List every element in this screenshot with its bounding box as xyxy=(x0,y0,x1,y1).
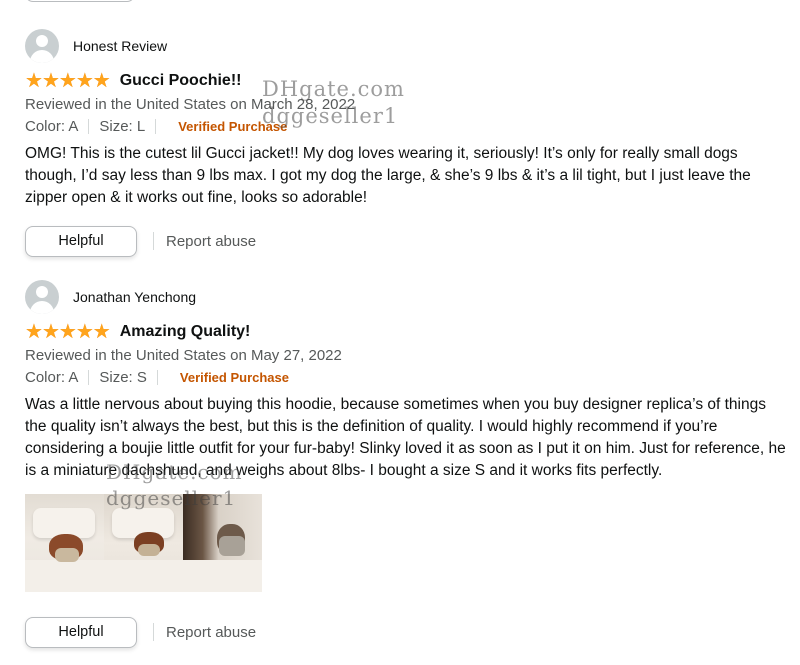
reviewer-name[interactable]: Honest Review xyxy=(73,38,167,54)
star-icon: ★ xyxy=(25,70,43,92)
report-abuse-link[interactable]: Report abuse xyxy=(166,624,256,641)
variant-size[interactable]: Size: L xyxy=(99,118,145,135)
review-title[interactable]: Gucci Poochie!! xyxy=(120,72,242,90)
star-icon: ★ xyxy=(41,70,60,92)
review-date: Reviewed in the United States on May 27,… xyxy=(25,347,342,364)
star-rating-icon[interactable]: ★ ★ ★ ★ ★ xyxy=(25,321,111,343)
star-icon: ★ xyxy=(41,321,60,343)
divider xyxy=(153,232,154,250)
star-icon: ★ xyxy=(92,70,111,92)
variant-color[interactable]: Color: A xyxy=(25,118,78,135)
avatar-icon xyxy=(25,29,59,63)
star-icon: ★ xyxy=(75,70,94,92)
verified-purchase-badge: Verified Purchase xyxy=(179,369,290,385)
divider xyxy=(153,623,154,641)
divider xyxy=(156,369,158,385)
previous-helpful-button-edge[interactable] xyxy=(25,0,135,2)
review-body: OMG! This is the cutest lil Gucci jacket… xyxy=(25,145,751,206)
reviewer-profile[interactable]: Honest Review xyxy=(25,28,795,64)
review-photo-thumbnail[interactable] xyxy=(25,494,104,592)
divider xyxy=(88,118,90,134)
report-abuse-link[interactable]: Report abuse xyxy=(166,233,256,250)
review-date: Reviewed in the United States on March 2… xyxy=(25,96,356,113)
divider xyxy=(88,369,90,385)
reviewer-name[interactable]: Jonathan Yenchong xyxy=(73,289,196,305)
review-card: Jonathan Yenchong ★ ★ ★ ★ ★ Amazing Qual… xyxy=(25,279,795,648)
star-icon: ★ xyxy=(25,321,43,343)
variant-size[interactable]: Size: S xyxy=(99,369,147,386)
helpful-button[interactable]: Helpful xyxy=(25,225,137,257)
review-card: Honest Review ★ ★ ★ ★ ★ Gucci Poochie!! … xyxy=(25,28,795,257)
star-icon: ★ xyxy=(58,321,77,343)
reviewer-profile[interactable]: Jonathan Yenchong xyxy=(25,279,795,315)
divider xyxy=(155,118,157,134)
variant-color[interactable]: Color: A xyxy=(25,369,78,386)
avatar-icon xyxy=(25,280,59,314)
star-rating-icon[interactable]: ★ ★ ★ ★ ★ xyxy=(25,70,111,92)
review-title[interactable]: Amazing Quality! xyxy=(120,323,251,341)
review-photo-thumbnail[interactable] xyxy=(183,494,262,592)
review-photo-thumbnail[interactable] xyxy=(104,494,183,592)
star-icon: ★ xyxy=(92,321,111,343)
star-icon: ★ xyxy=(75,321,94,343)
review-body: Was a little nervous about buying this h… xyxy=(25,396,786,479)
helpful-button[interactable]: Helpful xyxy=(25,616,137,648)
star-icon: ★ xyxy=(58,70,77,92)
review-photos xyxy=(25,494,795,592)
verified-purchase-badge: Verified Purchase xyxy=(178,118,288,134)
